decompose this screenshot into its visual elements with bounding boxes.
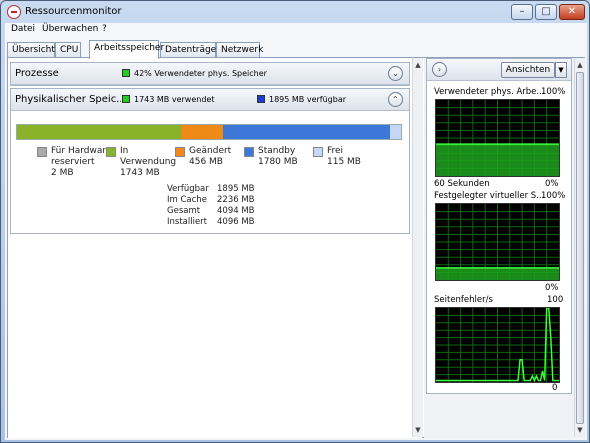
- legend-modified-line1: Geändert: [189, 146, 232, 156]
- stat-cached-value: 2236 MB: [217, 195, 255, 205]
- graphs-header: › Ansichten ▼: [427, 59, 571, 81]
- window-title: Ressourcenmonitor: [25, 6, 122, 17]
- dropdown-arrow-icon[interactable]: ▼: [555, 62, 567, 78]
- scroll-down-arrow-icon[interactable]: ▼: [575, 425, 585, 435]
- legend-standby-line1: Standby: [258, 146, 296, 156]
- processes-title: Prozesse: [15, 68, 59, 79]
- scroll-up-arrow-icon[interactable]: ▲: [413, 60, 423, 70]
- legend-in-use-value: 1743 MB: [120, 168, 160, 178]
- graph2-max: 100%: [541, 191, 566, 201]
- menu-help[interactable]: ?: [102, 24, 107, 34]
- legend-modified-value: 456 MB: [189, 157, 223, 167]
- graph1-max: 100%: [541, 87, 566, 97]
- stat-installed-value: 4096 MB: [217, 217, 255, 227]
- stat-available-label: Verfügbar: [167, 184, 209, 194]
- legend-hardware-swatch: [37, 147, 47, 157]
- legend-standby-swatch: [244, 147, 254, 157]
- graph2-label: Festgelegter virtueller S...: [434, 191, 545, 201]
- graph3-max: 100: [547, 295, 564, 305]
- graph1-time-label: 60 Sekunden: [434, 179, 490, 189]
- graph1-min: 0%: [545, 179, 559, 189]
- stat-installed-label: Installiert: [167, 217, 208, 227]
- legend-hardware-line1: Für Hardware: [51, 146, 112, 156]
- scrollbar-thumb[interactable]: [576, 72, 584, 424]
- graph1-plot: [435, 99, 560, 177]
- menu-bar: Datei Überwachen ?: [5, 23, 587, 38]
- graph-canvas: [436, 307, 559, 383]
- used-memory-swatch: [122, 69, 130, 77]
- views-button[interactable]: Ansichten: [501, 62, 555, 78]
- tab-netzwerk[interactable]: Netzwerk: [216, 42, 263, 58]
- physical-used-text: 1743 MB verwendet: [134, 95, 215, 104]
- resource-monitor-icon: [7, 5, 21, 19]
- chevron-up-icon[interactable]: ⌃: [388, 92, 403, 107]
- memory-bar-segment-free: [390, 125, 401, 139]
- memory-bar-segment-standby: [223, 125, 391, 139]
- title-bar[interactable]: Ressourcenmonitor – □ ✕: [1, 1, 589, 23]
- scroll-down-arrow-icon[interactable]: ▼: [413, 425, 423, 435]
- legend-in-use-line1: In: [120, 146, 129, 156]
- maximize-button[interactable]: □: [535, 4, 557, 20]
- stat-total-value: 4094 MB: [217, 206, 255, 216]
- legend-free-value: 115 MB: [327, 157, 361, 167]
- physical-free-text: 1895 MB verfügbar: [269, 95, 347, 104]
- legend-free-line1: Frei: [327, 146, 344, 156]
- tab-datentraeger[interactable]: Datenträger: [160, 42, 220, 58]
- right-scrollbar[interactable]: ▲ ▼: [574, 58, 585, 437]
- graph3-plot: [435, 307, 560, 383]
- tab-uebersicht[interactable]: Übersicht: [7, 42, 55, 58]
- legend-hardware-line2: reserviert: [51, 157, 95, 167]
- stat-total-label: Gesamt: [167, 206, 201, 216]
- window: Ressourcenmonitor – □ ✕ Datei Überwachen…: [0, 0, 590, 443]
- available-swatch: [257, 95, 265, 103]
- graph-canvas: [436, 100, 559, 176]
- physical-memory-header[interactable]: Physikalischer Speic... 1743 MB verwende…: [11, 89, 409, 111]
- legend-hardware-value: 2 MB: [51, 168, 74, 178]
- memory-bar-segment-modified: [180, 125, 224, 139]
- legend-free-swatch: [313, 147, 323, 157]
- used-swatch: [122, 95, 130, 103]
- stat-available-value: 1895 MB: [217, 184, 255, 194]
- physical-memory-section: Physikalischer Speic... 1743 MB verwende…: [10, 88, 410, 234]
- tab-content: Prozesse 42% Verwendeter phys. Speicher …: [7, 57, 585, 438]
- legend-in-use-swatch: [106, 147, 116, 157]
- graph1-label: Verwendeter phys. Arbe...: [434, 87, 545, 97]
- close-button[interactable]: ✕: [559, 4, 585, 20]
- scroll-up-arrow-icon[interactable]: ▲: [575, 60, 585, 70]
- processes-section: Prozesse 42% Verwendeter phys. Speicher …: [10, 62, 410, 86]
- physical-memory-title: Physikalischer Speic...: [15, 94, 121, 105]
- menu-datei[interactable]: Datei: [11, 24, 35, 34]
- graph3-min: 0: [552, 383, 558, 393]
- left-scrollbar[interactable]: ▲ ▼: [412, 58, 423, 437]
- left-pane: Prozesse 42% Verwendeter phys. Speicher …: [8, 58, 422, 438]
- tab-arbeitsspeicher[interactable]: Arbeitsspeicher: [89, 40, 164, 59]
- processes-used-text: 42% Verwendeter phys. Speicher: [134, 69, 267, 78]
- memory-bar-segment-in-use: [17, 125, 181, 139]
- chevron-down-icon[interactable]: ⌄: [388, 66, 403, 81]
- graphs-panel: › Ansichten ▼ Verwendeter phys. Arbe... …: [426, 58, 572, 394]
- legend-standby-value: 1780 MB: [258, 157, 298, 167]
- graph2-min: 0%: [545, 283, 559, 293]
- menu-ueberwachen[interactable]: Überwachen: [42, 24, 98, 34]
- legend-modified-swatch: [175, 147, 185, 157]
- usage-fill: [436, 267, 559, 280]
- minimize-button[interactable]: –: [511, 4, 533, 20]
- tab-cpu[interactable]: CPU: [55, 42, 81, 58]
- legend-in-use-line2: Verwendung: [120, 157, 177, 167]
- right-pane: › Ansichten ▼ Verwendeter phys. Arbe... …: [424, 58, 585, 438]
- processes-header[interactable]: Prozesse 42% Verwendeter phys. Speicher …: [11, 63, 409, 85]
- graph2-plot: [435, 203, 560, 281]
- client-area: Übersicht CPU Arbeitsspeicher Datenträge…: [5, 38, 587, 440]
- stat-cached-label: Im Cache: [167, 195, 207, 205]
- tab-strip: Übersicht CPU Arbeitsspeicher Datenträge…: [5, 40, 587, 59]
- usage-fill: [436, 144, 559, 176]
- graph-canvas: [436, 204, 559, 280]
- memory-usage-bar: [16, 124, 402, 140]
- graph3-label: Seitenfehler/s: [434, 295, 493, 305]
- chevron-right-icon[interactable]: ›: [432, 62, 447, 77]
